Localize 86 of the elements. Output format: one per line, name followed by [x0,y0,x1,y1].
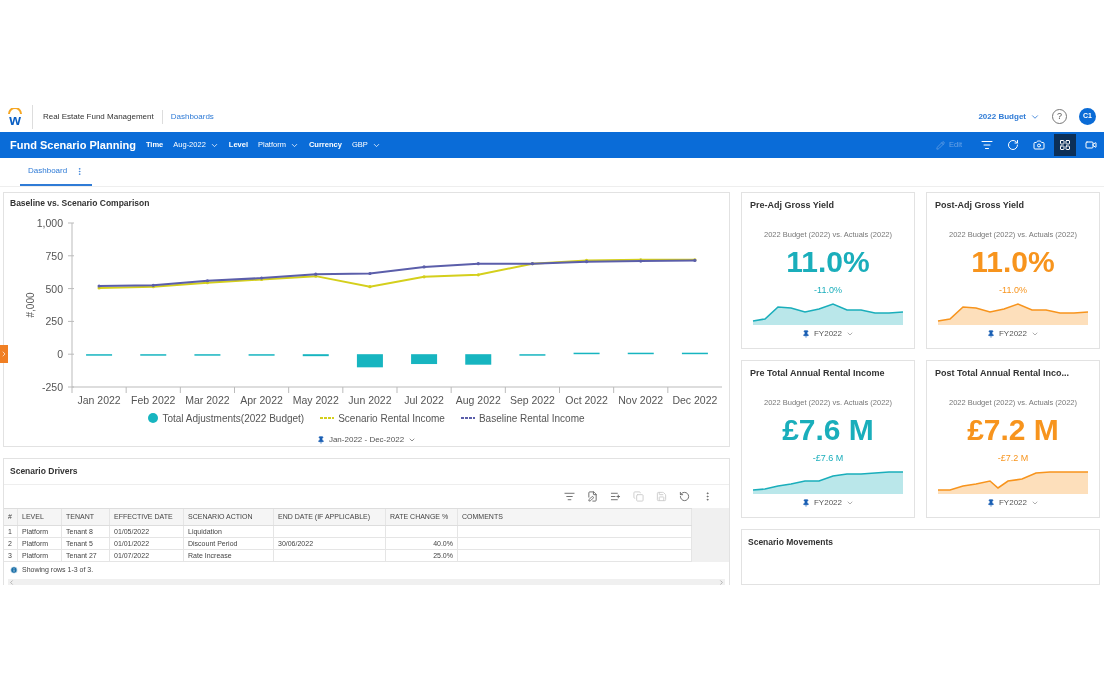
adjustment-bar [465,353,492,365]
camera-icon [1033,139,1045,151]
range-selector[interactable]: Jan-2022 - Dec-2022 [316,433,417,446]
x-tick-label: May 2022 [292,393,339,406]
adjustment-bar [194,353,221,356]
x-tick-label: Jul 2022 [404,393,445,406]
side-panel-toggle[interactable] [0,345,8,363]
card-title: Post-Adj Gross Yield [935,199,1025,212]
add-row-icon [610,490,621,502]
y-tick-label: 750 [45,249,64,262]
y-tick-label: -250 [41,380,64,393]
filter-icon [981,139,993,151]
y-tick-label: 500 [45,282,64,295]
legend-line-icon [460,416,475,421]
video-icon [1085,139,1097,151]
refresh-button[interactable] [679,490,690,502]
kpi-value: 11.0% [786,243,870,280]
x-tick-label: Sep 2022 [509,393,556,406]
card-title: Pre-Adj Gross Yield [750,199,835,212]
horizontal-scrollbar[interactable] [8,578,725,585]
adjustment-bar [519,353,546,356]
adjustment-bar [140,353,167,356]
y-tick-label: 250 [45,315,64,328]
period-selector[interactable]: FY2022 [987,497,1039,510]
legend-item: Baseline Rental Income [460,410,585,426]
pin-icon [802,499,810,508]
panel-title: Baseline vs. Scenario Comparison [10,197,151,210]
adjustment-bar [356,353,383,368]
breadcrumb-link[interactable]: Dashboards [170,110,214,123]
panel-title: Scenario Movements [748,536,835,550]
pencil-icon [936,140,946,150]
x-tick-label: Aug 2022 [455,393,501,406]
kpi-value: 11.0% [971,243,1055,280]
edit-icon [587,490,598,502]
legend-item: Scenario Rental Income [320,410,445,426]
pin-icon [987,330,995,339]
dashboard-title: Fund Scenario Planning [10,137,136,153]
filter-button[interactable] [564,490,575,502]
chevron-right-icon [0,350,8,358]
budget-selector[interactable]: 2022 Budget [978,110,1040,123]
pin-icon [802,330,810,339]
x-tick-label: Dec 2022 [672,393,718,406]
x-tick-label: Feb 2022 [131,393,176,406]
period-selector[interactable]: FY2022 [987,328,1039,341]
kpi-value: £7.6 M [782,412,874,448]
filter-icon [564,490,575,502]
legend-line-icon [320,416,335,421]
y-tick-label: 1,000 [36,216,64,229]
kpi-change: -£7.2 M [997,452,1029,465]
add-row-button[interactable] [610,490,621,502]
x-tick-label: Jun 2022 [348,393,392,406]
grid-button[interactable] [1054,134,1076,156]
info-icon [10,566,18,575]
x-tick-label: Jan 2022 [77,393,121,406]
adjustment-bar [248,353,275,356]
kpi-change: -11.0% [814,283,842,297]
scroll-right-icon [718,579,725,585]
kpi-value: £7.2 M [967,412,1059,448]
adjustment-bar [302,353,329,356]
adjustment-bar [86,353,113,356]
period-selector[interactable]: FY2022 [802,328,854,341]
refresh-icon [1007,139,1019,151]
card-title: Post Total Annual Rental Inco... [935,367,1069,381]
pin-icon [987,499,995,508]
grid-icon [1059,139,1071,151]
app-name: Real Estate Fund Management [43,110,154,123]
legend-item: Total Adjustments(2022 Budget) [148,410,305,426]
y-axis-label: #,000 [25,292,36,318]
refresh-icon [679,490,690,502]
adjustment-bar [411,353,438,364]
card-title: Pre Total Annual Rental Income [750,367,885,381]
dashboard-tab[interactable]: Dashboard [20,158,93,186]
period-selector[interactable]: FY2022 [802,497,854,510]
save-icon [656,490,667,502]
pin-icon [316,435,325,444]
kpi-change: -£7.6 M [812,452,844,465]
edit-button[interactable] [587,490,598,502]
x-tick-label: Oct 2022 [565,393,609,406]
scroll-left-icon [8,579,15,585]
panel-title: Scenario Drivers [4,458,729,485]
y-tick-label: 0 [57,347,64,360]
x-tick-label: Nov 2022 [618,393,664,406]
kpi-change: -11.0% [999,283,1027,297]
x-tick-label: Mar 2022 [185,393,230,406]
x-tick-label: Apr 2022 [240,393,284,406]
copy-icon [633,490,644,502]
